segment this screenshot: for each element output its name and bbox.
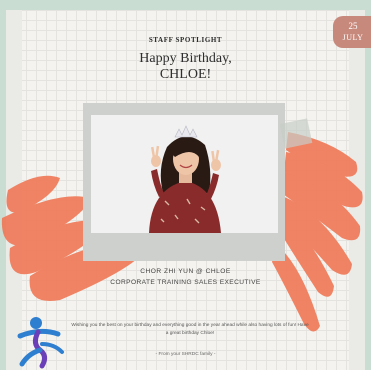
card-title: Happy Birthday, CHLOE! — [0, 51, 371, 83]
title-line-2: CHLOE! — [159, 67, 212, 82]
title-line-1: Happy Birthday, — [139, 51, 232, 66]
section-kicker: STAFF SPOTLIGHT — [148, 36, 223, 44]
date-day: 25 — [348, 21, 358, 31]
right-brush-strokes — [272, 132, 363, 332]
staff-role: CORPORATE TRAINING SALES EXECUTIVE — [110, 279, 261, 286]
shrdc-figure-logo — [17, 317, 64, 369]
portrait-illustration — [91, 115, 278, 233]
signoff: - From your SHRDC family - — [155, 352, 216, 357]
birthday-message: Wishing you the best on your birthday an… — [71, 323, 309, 336]
staff-name: CHOR ZHI YUN @ CHLOE — [140, 268, 231, 275]
staff-photo — [91, 115, 278, 233]
